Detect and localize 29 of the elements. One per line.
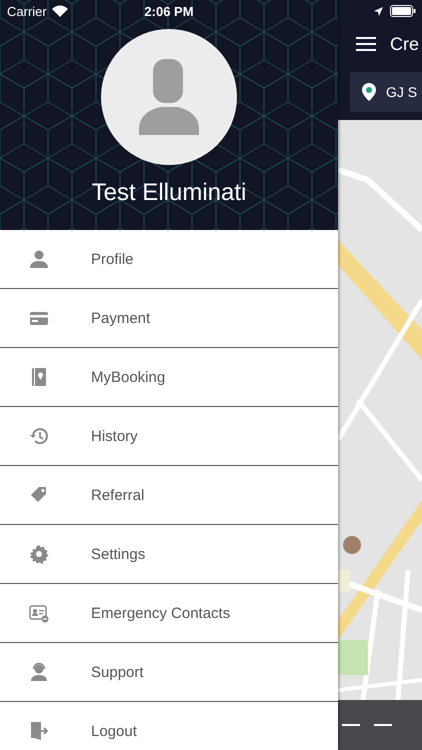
contact-card-icon [29, 603, 49, 623]
avatar[interactable] [101, 29, 237, 165]
screen-title: Cre [390, 34, 420, 54]
person-icon [29, 249, 49, 269]
menu-item[interactable]: Referral [0, 466, 338, 525]
status-time: 2:06 PM [143, 4, 195, 19]
menu-item[interactable]: Profile [0, 230, 338, 289]
tag-icon [29, 485, 49, 505]
support-agent-icon [29, 662, 49, 682]
person-silhouette-icon [139, 59, 199, 135]
menu-item[interactable]: Logout [0, 702, 338, 750]
location-field[interactable]: GJ S [350, 72, 422, 112]
menu-item[interactable]: History [0, 407, 338, 466]
location-pin-icon [362, 83, 376, 101]
location-arrow-icon [373, 6, 384, 16]
menu-icon[interactable] [356, 36, 376, 52]
carrier-label: Carrier [7, 4, 47, 18]
menu-item[interactable]: Emergency Contacts [0, 584, 338, 643]
logout-icon [29, 721, 49, 741]
menu-item[interactable]: Support [0, 643, 338, 702]
wifi-icon [52, 5, 68, 17]
user-name: Test Elluminati [92, 179, 246, 207]
menu-item[interactable]: MyBooking [0, 348, 338, 407]
book-icon [29, 367, 49, 387]
menu-item[interactable]: Settings [0, 525, 338, 584]
settings-icon [29, 544, 49, 564]
menu-item[interactable]: Payment [0, 289, 338, 348]
history-icon [29, 426, 49, 446]
battery-icon [390, 5, 416, 17]
